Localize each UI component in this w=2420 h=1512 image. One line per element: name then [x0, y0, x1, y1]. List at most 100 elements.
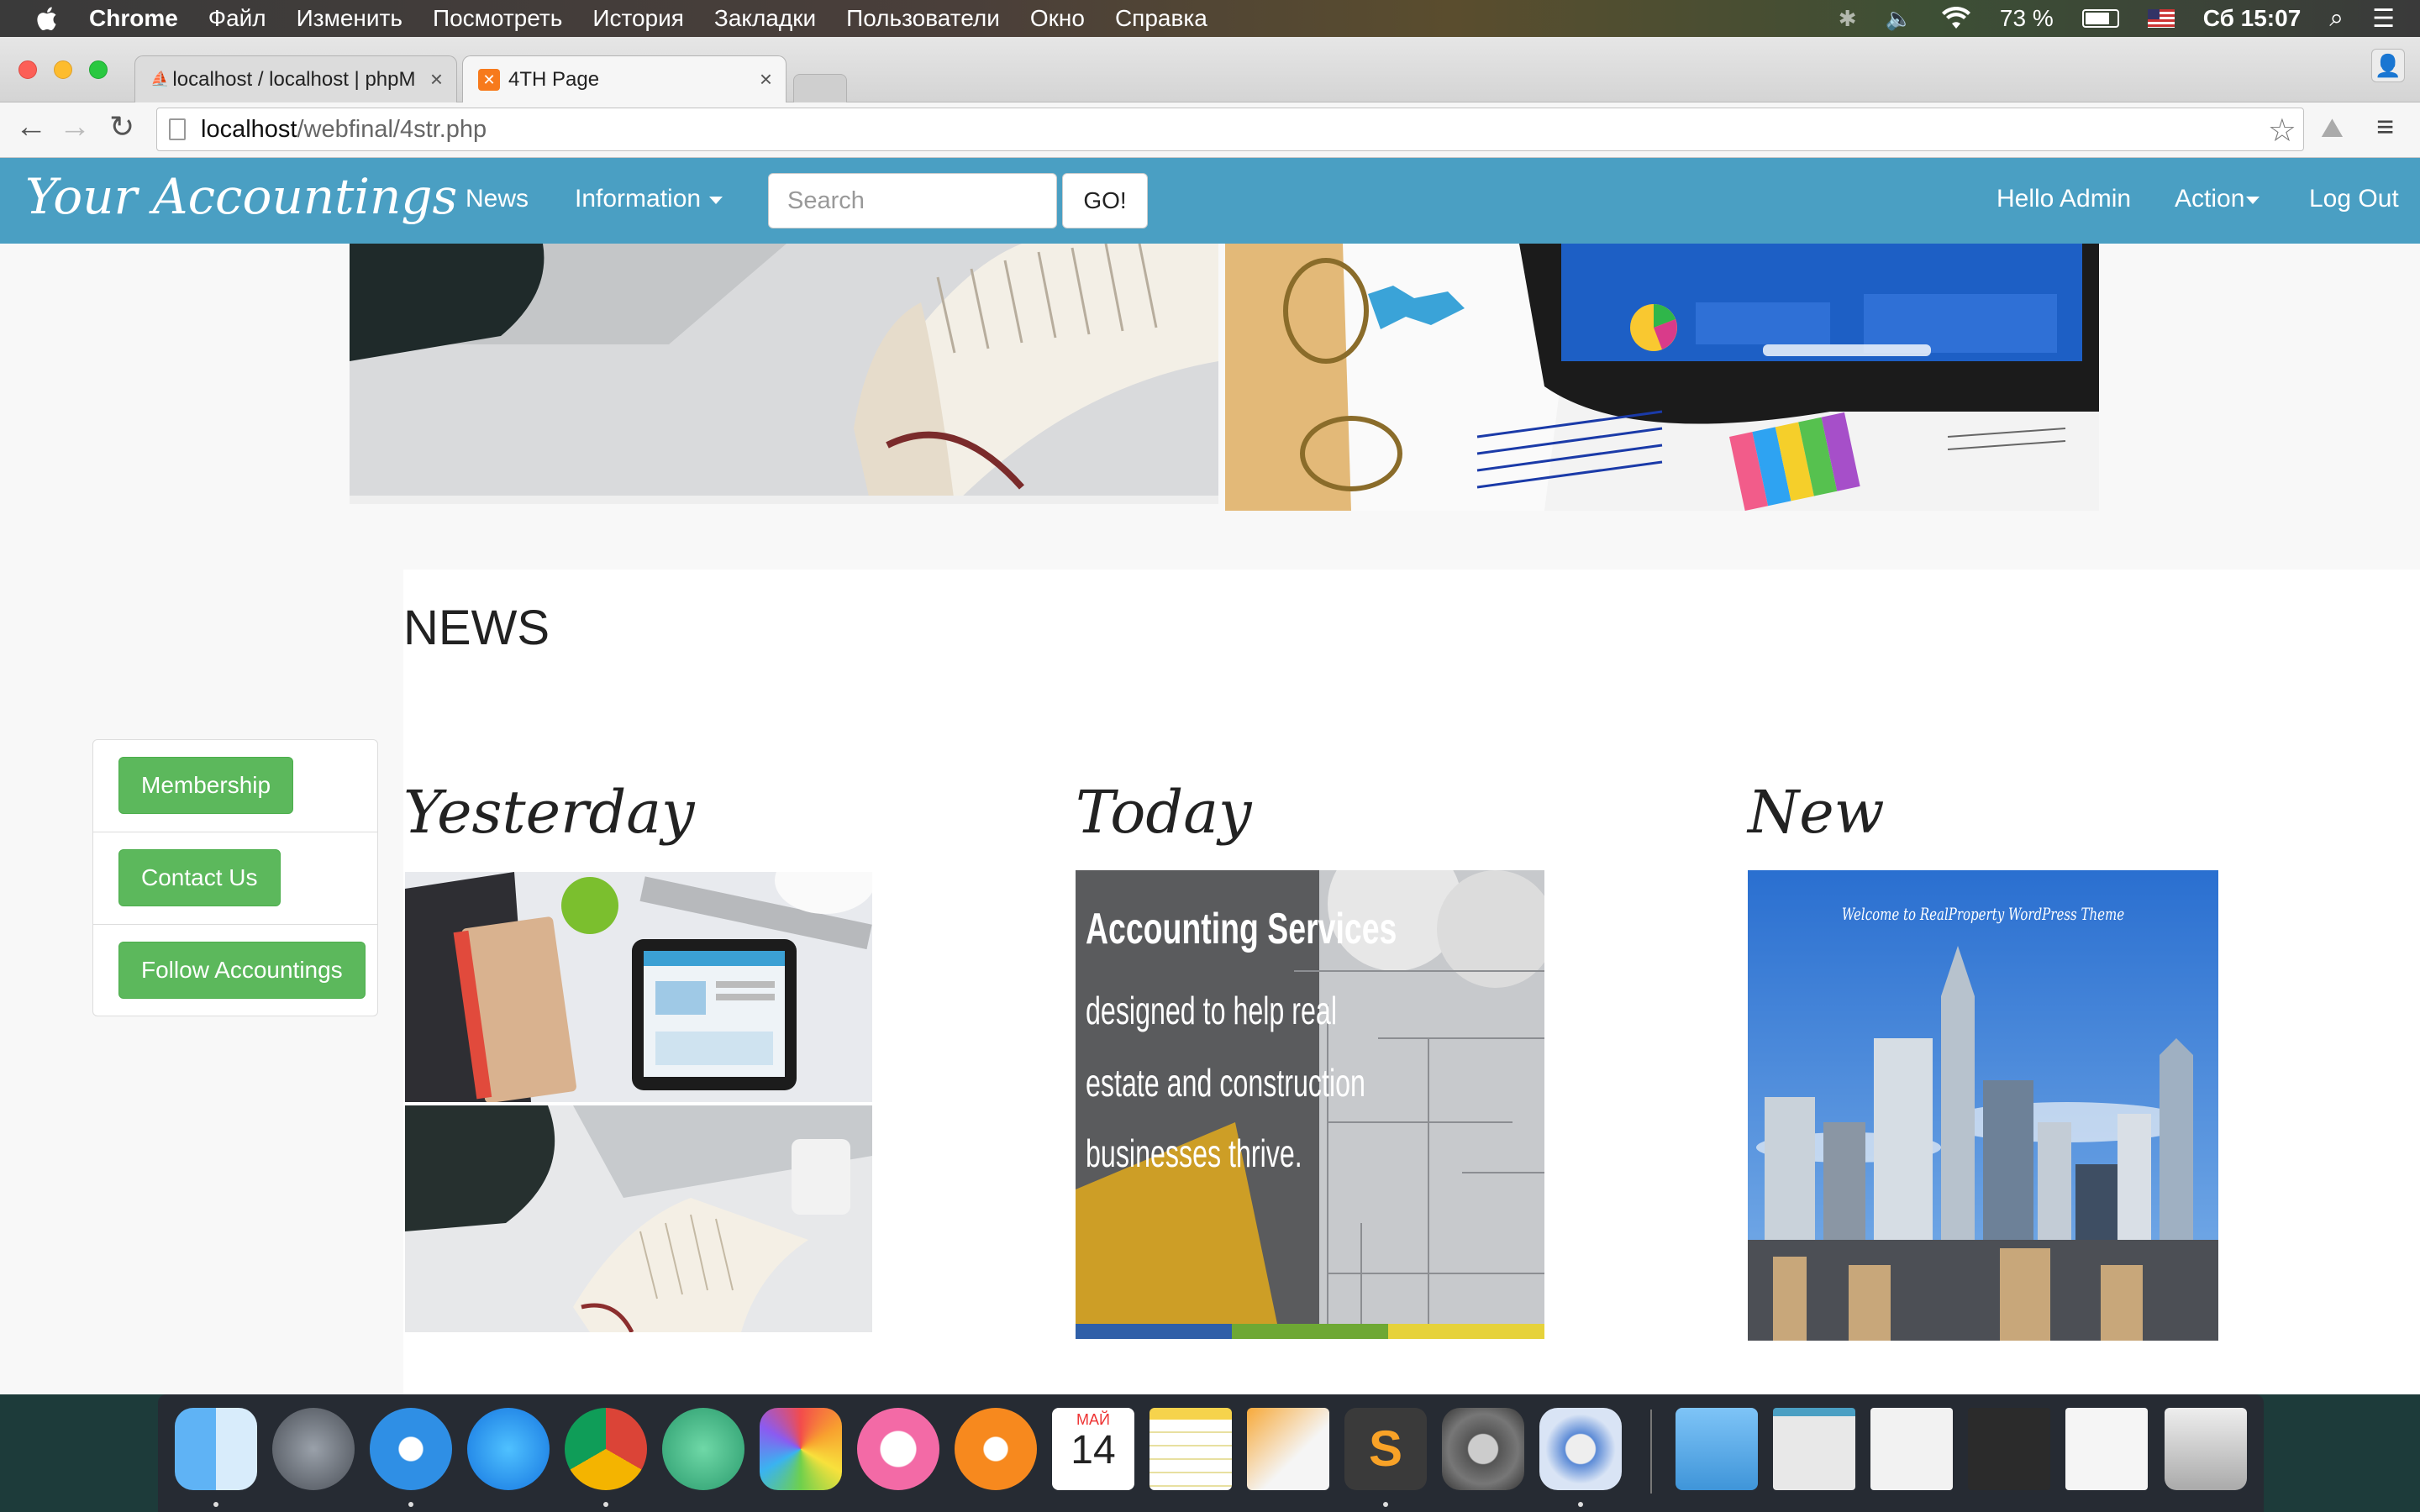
running-indicator — [603, 1502, 608, 1507]
bookmark-star-icon[interactable]: ☆ — [2268, 112, 2296, 150]
bluetooth-icon[interactable]: ✱ — [1839, 6, 1857, 32]
menu-app-name[interactable]: Chrome — [89, 5, 178, 32]
tab-phpmyadmin[interactable]: ⛵ localhost / localhost | phpM × — [134, 55, 457, 102]
search-input[interactable]: Search — [768, 173, 1057, 228]
menu-item-help[interactable]: Справка — [1115, 5, 1207, 32]
menu-item-people[interactable]: Пользователи — [846, 5, 1000, 32]
today-accounting-services-image[interactable]: Accounting Services designed to help rea… — [1076, 870, 1544, 1339]
ibooks-icon[interactable] — [955, 1408, 1037, 1490]
go-button[interactable]: GO! — [1062, 173, 1148, 228]
window-thumbnail-1[interactable] — [1773, 1408, 1855, 1490]
action-label: Action — [2175, 185, 2245, 213]
caret-down-icon — [2246, 196, 2260, 204]
membership-button[interactable]: Membership — [118, 757, 294, 814]
apple-logo-icon[interactable] — [34, 4, 59, 33]
calendar-month: МАЙ — [1076, 1411, 1110, 1428]
column-title-today: Today — [1076, 778, 1252, 847]
mac-menubar: Chrome Файл Изменить Посмотреть История … — [0, 0, 2420, 37]
back-arrow-icon[interactable]: ← — [15, 109, 47, 145]
caret-down-icon — [709, 196, 723, 204]
dock-divider — [1650, 1410, 1652, 1494]
sidebar-row: Contact Us — [93, 832, 377, 925]
nav-information-label: Information — [575, 185, 702, 213]
column-title-yesterday: Yesterday — [403, 778, 695, 847]
tab-title: 4TH Page — [508, 67, 600, 91]
clock[interactable]: Сб 15:07 — [2203, 5, 2302, 32]
pages-icon[interactable] — [1247, 1408, 1329, 1490]
launchpad-icon[interactable] — [272, 1408, 355, 1490]
atom-icon[interactable] — [662, 1408, 744, 1490]
tab-close-icon[interactable]: × — [430, 66, 443, 92]
nav-news-link[interactable]: News — [466, 185, 529, 213]
menu-item-edit[interactable]: Изменить — [297, 5, 402, 32]
app-store-icon[interactable] — [467, 1408, 550, 1490]
browser-window: ⛵ localhost / localhost | phpM × ✕ 4TH P… — [0, 37, 2420, 1394]
xampp-favicon-icon: ✕ — [478, 68, 500, 91]
window-thumbnail-3[interactable] — [1968, 1408, 2050, 1490]
tab-bar: ⛵ localhost / localhost | phpM × ✕ 4TH P… — [0, 37, 2420, 102]
new-image-caption: Welcome to RealProperty WordPress Theme — [1841, 904, 2125, 924]
notification-center-icon[interactable]: ☰ — [2372, 4, 2395, 34]
new-tab-button[interactable] — [793, 74, 847, 102]
menu-item-window[interactable]: Окно — [1030, 5, 1085, 32]
follow-accountings-button[interactable]: Follow Accountings — [118, 942, 366, 999]
window-thumbnail-2[interactable] — [1870, 1408, 1953, 1490]
news-section: NEWS Yesterday Today New Accounting Serv… — [403, 570, 2420, 1394]
new-city-skyline-image[interactable]: Welcome to RealProperty WordPress Theme — [1748, 870, 2218, 1341]
photos-icon[interactable] — [760, 1408, 842, 1490]
finder-icon[interactable] — [175, 1408, 257, 1490]
url-path: /webfinal/4str.php — [297, 115, 487, 143]
notes-icon[interactable] — [1150, 1408, 1232, 1490]
forward-arrow-icon[interactable]: → — [59, 109, 91, 145]
banner-notebook-image — [350, 244, 1218, 504]
column-title-new: New — [1748, 778, 1885, 847]
menu-item-history[interactable]: История — [592, 5, 684, 32]
today-image-line-3: businesses thrive. — [1086, 1131, 1302, 1175]
address-toolbar: ← → ↻ localhost/webfinal/4str.php ☆ ⛰ ≡ — [0, 102, 2420, 158]
logout-link[interactable]: Log Out — [2309, 185, 2399, 213]
calendar-icon[interactable]: МАЙ 14 — [1052, 1408, 1134, 1490]
minimize-window-button[interactable] — [54, 60, 72, 79]
battery-icon[interactable] — [2081, 9, 2119, 28]
system-preferences-icon[interactable] — [1442, 1408, 1524, 1490]
running-indicator — [213, 1502, 218, 1507]
yesterday-image-tablet-desk[interactable] — [405, 872, 872, 1102]
profile-icon[interactable]: 👤 — [2371, 49, 2405, 82]
contact-us-button[interactable]: Contact Us — [118, 849, 281, 906]
reload-icon[interactable]: ↻ — [109, 109, 134, 144]
volume-icon[interactable]: 🔈 — [1886, 6, 1912, 32]
page-icon — [169, 118, 186, 140]
sublime-text-icon[interactable]: S — [1344, 1408, 1427, 1490]
action-dropdown[interactable]: Action — [2175, 185, 2260, 213]
extension-icon[interactable]: ⛰ — [2321, 113, 2344, 144]
zoom-window-button[interactable] — [89, 60, 108, 79]
url-bar[interactable]: localhost/webfinal/4str.php ☆ — [156, 108, 2304, 151]
menu-item-bookmarks[interactable]: Закладки — [714, 5, 816, 32]
trash-icon[interactable] — [2165, 1408, 2247, 1490]
yesterday-image-notebook[interactable] — [405, 1105, 872, 1332]
chrome-menu-icon[interactable]: ≡ — [2376, 109, 2394, 144]
close-window-button[interactable] — [18, 60, 37, 79]
web-page: Your Accountings News Information Search… — [0, 158, 2420, 1394]
today-image-heading: Accounting Services — [1086, 905, 1397, 953]
spotlight-search-icon[interactable]: ⌕ — [2329, 4, 2344, 33]
safari-icon[interactable] — [370, 1408, 452, 1490]
chrome-icon[interactable] — [565, 1408, 647, 1490]
menu-item-file[interactable]: Файл — [208, 5, 266, 32]
menu-item-view[interactable]: Посмотреть — [433, 5, 562, 32]
downloads-folder-icon[interactable] — [1676, 1408, 1758, 1490]
window-thumbnail-4[interactable] — [2065, 1408, 2148, 1490]
utility-gear-icon[interactable] — [1539, 1408, 1622, 1490]
us-flag-icon[interactable] — [2147, 9, 2175, 28]
nav-information-dropdown[interactable]: Information — [575, 185, 723, 213]
hello-admin-link[interactable]: Hello Admin — [1996, 185, 2131, 213]
site-brand[interactable]: Your Accountings — [25, 168, 457, 225]
sidebar-row: Membership — [93, 740, 377, 832]
running-indicator — [1578, 1502, 1583, 1507]
wifi-icon[interactable] — [1941, 7, 1971, 30]
sidebar-panel: Membership Contact Us Follow Accountings — [92, 739, 378, 1016]
tab-4th-page[interactable]: ✕ 4TH Page × — [462, 55, 786, 102]
itunes-icon[interactable] — [857, 1408, 939, 1490]
tab-close-icon[interactable]: × — [760, 66, 772, 92]
menubar-status-area: ✱ 🔈 73 % Сб 15:07 ⌕ ☰ — [1839, 0, 2395, 37]
